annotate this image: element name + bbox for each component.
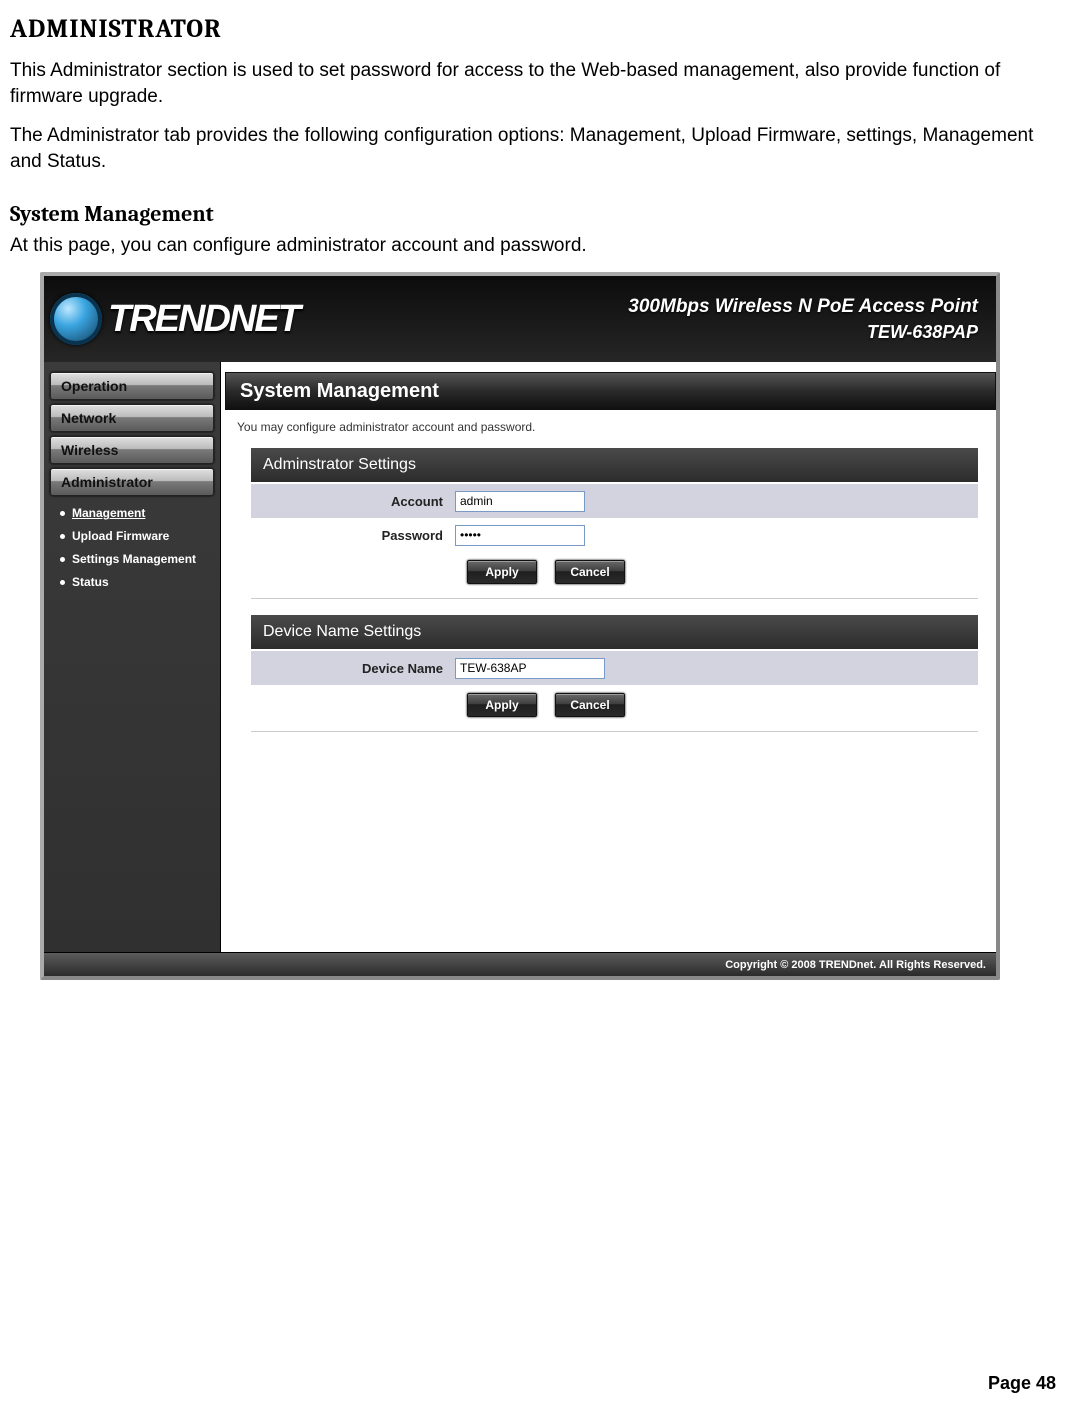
- page-number: Page 48: [988, 1373, 1056, 1394]
- administrator-settings-block: Adminstrator Settings Account Password A…: [251, 448, 978, 599]
- router-body: Operation Network Wireless Administrator…: [44, 362, 996, 952]
- subnav-status[interactable]: Status: [58, 571, 220, 594]
- admin-button-row: Apply Cancel: [251, 552, 978, 584]
- subnav-settings-management[interactable]: Settings Management: [58, 548, 220, 571]
- router-footer: Copyright © 2008 TRENDnet. All Rights Re…: [44, 952, 996, 976]
- subnav-upload-firmware[interactable]: Upload Firmware: [58, 525, 220, 548]
- device-name-row: Device Name: [251, 651, 978, 685]
- account-input[interactable]: [455, 491, 585, 512]
- nav-operation[interactable]: Operation: [50, 372, 214, 400]
- device-name-settings-header: Device Name Settings: [251, 615, 978, 649]
- brand-logo-icon: [50, 293, 102, 345]
- account-label: Account: [255, 494, 455, 509]
- password-input[interactable]: [455, 525, 585, 546]
- nav-wireless[interactable]: Wireless: [50, 436, 214, 464]
- device-cancel-button[interactable]: Cancel: [555, 693, 625, 717]
- nav-administrator[interactable]: Administrator: [50, 468, 214, 496]
- section-intro: At this page, you can configure administ…: [10, 233, 1056, 259]
- sidebar: Operation Network Wireless Administrator…: [44, 362, 220, 952]
- nav-network[interactable]: Network: [50, 404, 214, 432]
- subnav-item-label: Settings Management: [72, 552, 196, 566]
- page-title: ADMINISTRATOR: [10, 14, 1056, 44]
- password-label: Password: [255, 528, 455, 543]
- router-header: TRENDNET 300Mbps Wireless N PoE Access P…: [44, 276, 996, 362]
- panel-title: System Management: [225, 372, 996, 410]
- product-title-line1: 300Mbps Wireless N PoE Access Point: [628, 294, 978, 320]
- device-button-row: Apply Cancel: [251, 685, 978, 717]
- brand-text: TRENDNET: [108, 298, 299, 341]
- administrator-settings-header: Adminstrator Settings: [251, 448, 978, 482]
- device-apply-button[interactable]: Apply: [467, 693, 537, 717]
- panel-description: You may configure administrator account …: [221, 410, 996, 448]
- account-row: Account: [251, 484, 978, 518]
- subnav-item-label: Upload Firmware: [72, 529, 169, 543]
- device-name-input[interactable]: [455, 658, 605, 679]
- admin-cancel-button[interactable]: Cancel: [555, 560, 625, 584]
- password-row: Password: [251, 518, 978, 552]
- section-title: System Management: [10, 201, 1056, 227]
- main-panel: System Management You may configure admi…: [220, 362, 996, 952]
- subnav: Management Upload Firmware Settings Mana…: [44, 500, 220, 594]
- device-name-settings-block: Device Name Settings Device Name Apply C…: [251, 615, 978, 732]
- intro-paragraph-1: This Administrator section is used to se…: [10, 58, 1056, 109]
- intro-paragraph-2: The Administrator tab provides the follo…: [10, 123, 1056, 174]
- brand: TRENDNET: [50, 293, 299, 345]
- product-title: 300Mbps Wireless N PoE Access Point TEW-…: [628, 294, 978, 344]
- subnav-management[interactable]: Management: [58, 502, 220, 525]
- admin-apply-button[interactable]: Apply: [467, 560, 537, 584]
- device-name-label: Device Name: [255, 661, 455, 676]
- subnav-item-label: Status: [72, 575, 109, 589]
- product-title-line2: TEW-638PAP: [628, 320, 978, 344]
- subnav-item-label: Management: [72, 506, 145, 520]
- router-screenshot: TRENDNET 300Mbps Wireless N PoE Access P…: [40, 272, 1000, 980]
